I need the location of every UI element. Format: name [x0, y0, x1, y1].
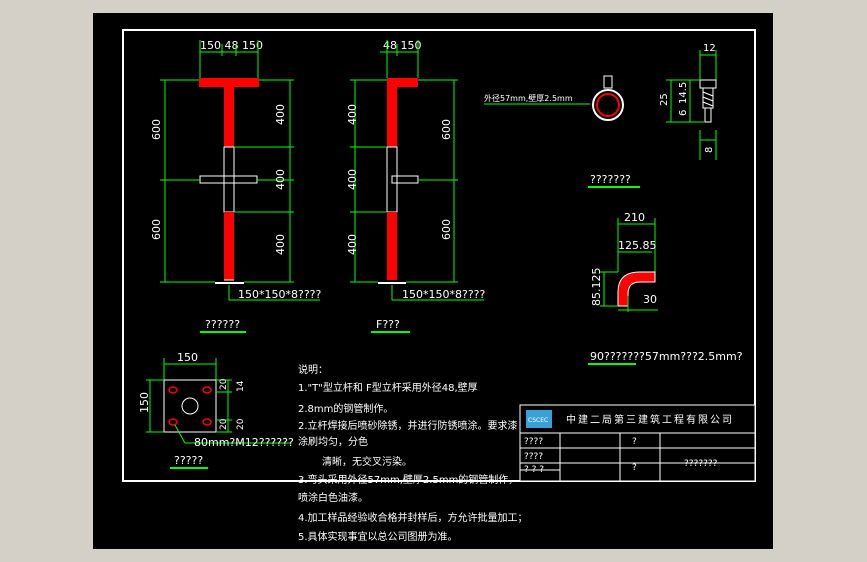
- base-plate-height: 150: [138, 392, 151, 413]
- pipe-clamp-drawing: 外径57mm,壁厚2.5mm ???????: [484, 75, 640, 188]
- base-plate-drawing: 150 150 20 14 20 20 80mm?M12?????? ?????: [138, 351, 294, 469]
- t-post-left-dim-1: 600: [150, 119, 163, 140]
- clamp-caption: ???????: [590, 173, 631, 186]
- bolt-dim-2: 25: [659, 93, 670, 106]
- bolt-dim-5: 8: [704, 147, 715, 153]
- f-post-segment-3: [387, 212, 397, 280]
- base-plate-bolt-hole-3: [168, 418, 178, 426]
- title-cell-3: ? ? ?: [524, 465, 544, 475]
- f-post-segment-1: [387, 87, 397, 147]
- f-post-top-dims: 48 150: [383, 39, 422, 52]
- bolt-dim-4: 14.5: [678, 82, 689, 104]
- t-post-right-dim-3: 400: [274, 234, 287, 255]
- elbow-drawing: 210 125.85 85.125 30 90???????57mm???2.5…: [588, 211, 743, 365]
- title-cell-5: ?: [632, 463, 637, 473]
- f-post-arm: [387, 78, 418, 87]
- f-post-left-dim-2: 400: [346, 169, 359, 190]
- title-block: CSCEC 中建二局第三建筑工程有限公司 ???? ???? ? ? ? ? ?…: [519, 404, 756, 482]
- f-post-base-label: 150*150*8????: [402, 288, 486, 301]
- f-post-right-dim-1: 600: [440, 119, 453, 140]
- base-plate-bolt-hole-2: [202, 386, 212, 394]
- notes-line-4: 涂刷均匀，分色: [298, 435, 368, 448]
- t-post-drawing: 150 48 150 600 600 400 400 400 150*150*8…: [150, 39, 322, 333]
- company-name: 中建二局第三建筑工程有限公司: [566, 413, 734, 426]
- t-post-clamp: [199, 175, 258, 184]
- drawing-canvas: 150 48 150 600 600 400 400 400 150*150*8…: [122, 29, 756, 543]
- base-plate-width: 150: [177, 351, 198, 364]
- notes-line-9: 5.具体实现事宜以总公司图册为准。: [298, 530, 458, 543]
- f-post-clamp: [391, 175, 419, 184]
- notes-line-6: 3.弯头采用外径57mm,壁厚2.5mm的钢管制作，: [298, 473, 518, 486]
- company-logo-text: CSCEC: [528, 417, 548, 424]
- notes-line-7: 喷涂白色油漆。: [298, 491, 368, 504]
- clamp-ring-inner: [596, 93, 620, 117]
- notes-heading: 说明：: [298, 363, 328, 376]
- bolt-dim-1: 12: [703, 43, 716, 54]
- t-post-right-dim-2: 400: [274, 169, 287, 190]
- f-post-right-dim-2: 600: [440, 219, 453, 240]
- notes-line-2: 2.8mm的钢管制作。: [298, 402, 393, 415]
- notes-line-1: 1."T"型立杆和 F型立杆采用外径48,壁厚: [298, 381, 478, 394]
- notes-block: 说明： 1."T"型立杆和 F型立杆采用外径48,壁厚 2.8mm的钢管制作。 …: [298, 363, 528, 543]
- base-plate-dim-20b: 20: [219, 418, 229, 430]
- title-cell-4: ?: [632, 437, 637, 447]
- elbow-dim-width: 210: [624, 211, 645, 224]
- bolt-dim-3: 6: [678, 110, 689, 116]
- f-post-caption: F???: [376, 318, 400, 331]
- base-plate-bolt-hole-1: [168, 386, 178, 394]
- t-post-crossbar: [199, 78, 259, 87]
- title-cell-1: ????: [524, 437, 543, 447]
- f-post-drawing: 48 150 400 400 400 600 600 150*150*8????…: [346, 39, 486, 333]
- t-post-segment-2: [223, 146, 235, 213]
- t-post-segment-3: [224, 212, 234, 280]
- notes-line-8: 4.加工样品经验收合格并封样后，方允许批量加工；: [298, 511, 528, 524]
- base-plate-dim-20a: 20: [219, 378, 229, 390]
- t-post-base-label: 150*150*8????: [238, 288, 322, 301]
- clamp-note: 外径57mm,壁厚2.5mm: [484, 93, 573, 103]
- t-post-caption: ??????: [205, 318, 240, 331]
- base-plate-bolt-label: 80mm?M12??????: [194, 436, 294, 449]
- t-post-right-dim-1: 400: [274, 104, 287, 125]
- t-post-top-dims: 150 48 150: [200, 39, 263, 52]
- cad-drawing-viewport: 150 48 150 600 600 400 400 400 150*150*8…: [0, 0, 867, 562]
- base-plate-center-hole: [181, 397, 199, 415]
- title-cell-6: ???????: [684, 459, 718, 469]
- t-post-segment-1: [224, 87, 234, 147]
- base-plate-dim-14: 14: [236, 380, 246, 392]
- elbow-dim-height: 85.125: [590, 268, 603, 307]
- notes-line-5: 清晰，无交叉污染。: [322, 455, 412, 468]
- elbow-caption: 90???????57mm???2.5mm?: [590, 350, 743, 363]
- f-post-left-dim-1: 400: [346, 104, 359, 125]
- t-post-left-dim-2: 600: [150, 219, 163, 240]
- elbow-dim-30: 30: [643, 293, 657, 306]
- base-plate-bolt-hole-4: [202, 418, 212, 426]
- title-cell-2: ????: [524, 452, 543, 462]
- bolt-drawing: 12 25 6 14.5 8: [659, 43, 717, 160]
- f-post-left-dim-3: 400: [346, 234, 359, 255]
- base-plate-caption: ?????: [174, 454, 203, 467]
- elbow-dim-inner: 125.85: [618, 239, 657, 252]
- base-plate-dim-20c: 20: [236, 418, 246, 430]
- bolt-head: [699, 79, 717, 89]
- notes-line-3: 2.立杆焊接后喷砂除锈，并进行防锈喷涂。要求漆: [298, 419, 518, 432]
